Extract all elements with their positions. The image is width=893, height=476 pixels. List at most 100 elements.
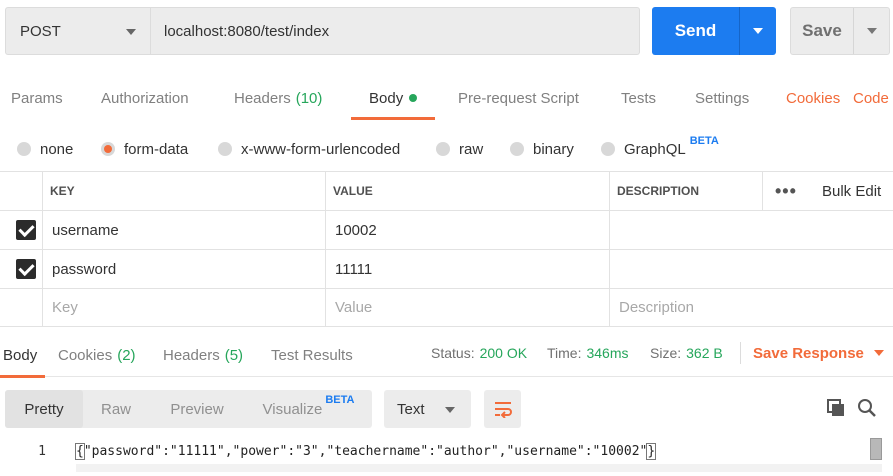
- save-button[interactable]: Save: [790, 7, 890, 55]
- radio-x-www-form-urlencoded[interactable]: x-www-form-urlencoded: [218, 134, 400, 164]
- value-cell[interactable]: 10002: [335, 211, 377, 249]
- checkmark-icon: [16, 220, 36, 240]
- horizontal-scrollbar[interactable]: [76, 464, 882, 472]
- size-value: 362 B: [686, 345, 723, 361]
- vertical-scrollbar-thumb[interactable]: [870, 438, 882, 460]
- header-divider: [762, 172, 763, 211]
- radio-label: raw: [459, 140, 484, 158]
- tab-pre-request-script[interactable]: Pre-request Script: [458, 76, 579, 120]
- code-label: Code: [853, 89, 889, 107]
- radio-circle: [601, 142, 615, 156]
- params-table: KEY VALUE DESCRIPTION ••• Bulk Edit user…: [0, 171, 893, 327]
- radio-label: GraphQL: [624, 140, 686, 158]
- send-button[interactable]: Send: [652, 7, 776, 55]
- response-tab-cookies[interactable]: Cookies (2): [58, 333, 136, 377]
- method-select[interactable]: POST: [5, 7, 151, 55]
- checkmark-icon: [16, 259, 36, 279]
- value-input[interactable]: Value: [335, 289, 372, 326]
- close-brace: }: [646, 442, 657, 460]
- response-code-editor[interactable]: 1 {"password":"11111","power":"3","teach…: [0, 440, 893, 462]
- code-line: {"password":"11111","power":"3","teacher…: [75, 440, 657, 462]
- tab-settings[interactable]: Settings: [695, 76, 749, 120]
- radio-circle-selected: [101, 142, 115, 156]
- radio-raw[interactable]: raw: [436, 134, 483, 164]
- status-readout: Status: 200 OK: [431, 333, 527, 373]
- tab-label: Params: [11, 89, 63, 107]
- radio-label: binary: [533, 140, 574, 158]
- request-bar: POST localhost:8080/test/index Send Save: [5, 7, 890, 57]
- column-header-key: KEY: [50, 184, 75, 198]
- chevron-down-icon: [867, 28, 877, 34]
- wrap-lines-icon: [494, 402, 512, 418]
- save-label: Save: [802, 21, 842, 40]
- view-label: Pretty: [24, 400, 64, 418]
- radio-graphql[interactable]: GraphQL BETA: [601, 134, 719, 164]
- modified-dot-icon: [409, 94, 418, 102]
- copy-icon[interactable]: [826, 398, 846, 418]
- view-preview-button[interactable]: Preview: [149, 390, 245, 428]
- code-body: "password":"11111","power":"3","teachern…: [83, 443, 648, 459]
- tab-label: Body: [369, 89, 404, 107]
- line-number: 1: [38, 443, 46, 459]
- view-visualize-button[interactable]: Visualize BETA: [245, 390, 372, 428]
- radio-circle: [436, 142, 450, 156]
- response-tab-body[interactable]: Body: [0, 333, 46, 378]
- request-tabs: Params Authorization Headers (10) Body Pr…: [0, 76, 893, 120]
- time-label: Time:: [547, 345, 582, 361]
- key-cell[interactable]: username: [52, 211, 119, 249]
- wrap-lines-button[interactable]: [484, 390, 521, 428]
- time-readout: Time: 346ms: [547, 333, 629, 373]
- save-response-button[interactable]: Save Response: [753, 333, 884, 373]
- open-brace: {: [75, 442, 85, 460]
- row-checkbox[interactable]: [16, 211, 36, 249]
- size-label: Size:: [650, 345, 682, 361]
- description-input[interactable]: Description: [619, 289, 694, 326]
- size-readout: Size: 362 B: [650, 333, 723, 373]
- send-options-button[interactable]: [740, 7, 776, 55]
- format-label: Text: [397, 400, 425, 418]
- response-view-switcher: Pretty Raw Preview Visualize BETA: [5, 390, 372, 428]
- table-row: password 11111: [0, 250, 893, 289]
- radio-label: none: [40, 140, 74, 158]
- bulk-edit-button[interactable]: Bulk Edit: [822, 172, 881, 210]
- search-icon[interactable]: [857, 398, 877, 418]
- view-raw-button[interactable]: Raw: [83, 390, 149, 428]
- tab-body[interactable]: Body: [350, 76, 436, 120]
- view-label: Visualize: [262, 400, 323, 418]
- tab-params[interactable]: Params: [11, 76, 63, 120]
- tab-authorization[interactable]: Authorization: [101, 76, 189, 120]
- view-pretty-button[interactable]: Pretty: [5, 390, 83, 428]
- code-link[interactable]: Code: [853, 76, 889, 120]
- time-value: 346ms: [586, 345, 629, 361]
- chevron-down-icon: [445, 407, 455, 413]
- tab-headers[interactable]: Headers (10): [234, 76, 322, 120]
- key-input[interactable]: Key: [52, 289, 78, 326]
- tab-label: Headers: [163, 346, 220, 364]
- format-select[interactable]: Text: [384, 390, 471, 428]
- row-checkbox[interactable]: [16, 250, 36, 288]
- tab-tests[interactable]: Tests: [621, 76, 656, 120]
- response-tab-test-results[interactable]: Test Results: [271, 333, 353, 377]
- method-label: POST: [20, 22, 61, 40]
- status-value: 200 OK: [479, 345, 528, 361]
- key-cell[interactable]: password: [52, 250, 116, 288]
- description-cell[interactable]: [619, 211, 893, 249]
- radio-form-data[interactable]: form-data: [101, 134, 188, 164]
- response-tab-headers[interactable]: Headers (5): [163, 333, 243, 377]
- table-header-row: KEY VALUE DESCRIPTION ••• Bulk Edit: [0, 172, 893, 211]
- radio-label: x-www-form-urlencoded: [241, 140, 401, 158]
- chevron-down-icon: [126, 29, 136, 35]
- cookies-link[interactable]: Cookies: [786, 76, 840, 120]
- radio-none[interactable]: none: [17, 134, 73, 164]
- tab-label: Pre-request Script: [458, 89, 579, 107]
- more-options-icon[interactable]: •••: [775, 172, 797, 210]
- tab-label: Body: [3, 346, 38, 364]
- radio-circle: [218, 142, 232, 156]
- description-cell[interactable]: [619, 250, 893, 288]
- radio-binary[interactable]: binary: [510, 134, 574, 164]
- url-input[interactable]: localhost:8080/test/index: [150, 7, 640, 55]
- value-cell[interactable]: 11111: [335, 250, 372, 288]
- response-bar: Body Cookies (2) Headers (5) Test Results …: [0, 333, 893, 378]
- column-header-description: DESCRIPTION: [617, 184, 700, 198]
- tab-label: Cookies: [58, 346, 113, 364]
